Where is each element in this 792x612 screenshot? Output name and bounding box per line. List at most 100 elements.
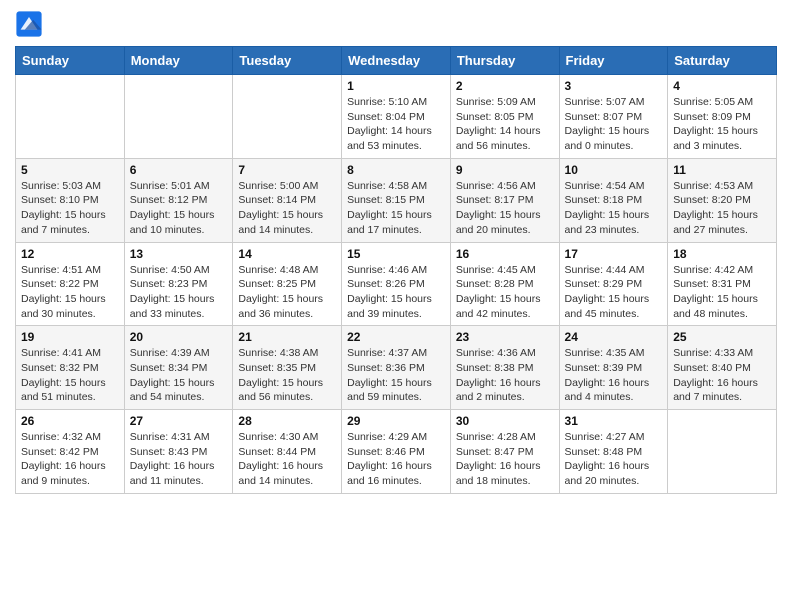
calendar-cell: 12 Sunrise: 4:51 AM Sunset: 8:22 PM Dayli…	[16, 242, 125, 326]
day-number: 10	[565, 163, 663, 177]
day-info: Sunrise: 4:44 AM Sunset: 8:29 PM Dayligh…	[565, 263, 663, 322]
day-info: Sunrise: 4:29 AM Sunset: 8:46 PM Dayligh…	[347, 430, 445, 489]
calendar-cell: 8 Sunrise: 4:58 AM Sunset: 8:15 PM Daylig…	[342, 158, 451, 242]
day-number: 13	[130, 247, 228, 261]
day-number: 23	[456, 330, 554, 344]
day-number: 27	[130, 414, 228, 428]
day-info: Sunrise: 4:45 AM Sunset: 8:28 PM Dayligh…	[456, 263, 554, 322]
calendar-cell: 17 Sunrise: 4:44 AM Sunset: 8:29 PM Dayli…	[559, 242, 668, 326]
calendar-cell	[16, 75, 125, 159]
day-info: Sunrise: 5:03 AM Sunset: 8:10 PM Dayligh…	[21, 179, 119, 238]
day-number: 5	[21, 163, 119, 177]
day-info: Sunrise: 4:48 AM Sunset: 8:25 PM Dayligh…	[238, 263, 336, 322]
day-number: 1	[347, 79, 445, 93]
calendar-cell: 6 Sunrise: 5:01 AM Sunset: 8:12 PM Daylig…	[124, 158, 233, 242]
day-info: Sunrise: 4:27 AM Sunset: 8:48 PM Dayligh…	[565, 430, 663, 489]
calendar-cell: 14 Sunrise: 4:48 AM Sunset: 8:25 PM Dayli…	[233, 242, 342, 326]
day-number: 30	[456, 414, 554, 428]
calendar-cell	[233, 75, 342, 159]
day-info: Sunrise: 4:41 AM Sunset: 8:32 PM Dayligh…	[21, 346, 119, 405]
calendar-cell: 11 Sunrise: 4:53 AM Sunset: 8:20 PM Dayli…	[668, 158, 777, 242]
calendar-cell	[668, 410, 777, 494]
calendar-cell	[124, 75, 233, 159]
day-info: Sunrise: 4:56 AM Sunset: 8:17 PM Dayligh…	[456, 179, 554, 238]
calendar-cell: 20 Sunrise: 4:39 AM Sunset: 8:34 PM Dayli…	[124, 326, 233, 410]
weekday-header-monday: Monday	[124, 47, 233, 75]
logo	[15, 10, 47, 38]
day-number: 3	[565, 79, 663, 93]
day-number: 24	[565, 330, 663, 344]
day-info: Sunrise: 4:50 AM Sunset: 8:23 PM Dayligh…	[130, 263, 228, 322]
calendar-cell: 22 Sunrise: 4:37 AM Sunset: 8:36 PM Dayli…	[342, 326, 451, 410]
day-number: 14	[238, 247, 336, 261]
calendar-cell: 19 Sunrise: 4:41 AM Sunset: 8:32 PM Dayli…	[16, 326, 125, 410]
weekday-header-sunday: Sunday	[16, 47, 125, 75]
day-info: Sunrise: 4:51 AM Sunset: 8:22 PM Dayligh…	[21, 263, 119, 322]
calendar-cell: 13 Sunrise: 4:50 AM Sunset: 8:23 PM Dayli…	[124, 242, 233, 326]
day-info: Sunrise: 5:01 AM Sunset: 8:12 PM Dayligh…	[130, 179, 228, 238]
day-info: Sunrise: 4:36 AM Sunset: 8:38 PM Dayligh…	[456, 346, 554, 405]
day-number: 7	[238, 163, 336, 177]
day-info: Sunrise: 4:39 AM Sunset: 8:34 PM Dayligh…	[130, 346, 228, 405]
day-info: Sunrise: 5:07 AM Sunset: 8:07 PM Dayligh…	[565, 95, 663, 154]
calendar-cell: 26 Sunrise: 4:32 AM Sunset: 8:42 PM Dayli…	[16, 410, 125, 494]
day-info: Sunrise: 5:00 AM Sunset: 8:14 PM Dayligh…	[238, 179, 336, 238]
day-number: 26	[21, 414, 119, 428]
day-info: Sunrise: 4:28 AM Sunset: 8:47 PM Dayligh…	[456, 430, 554, 489]
calendar-cell: 28 Sunrise: 4:30 AM Sunset: 8:44 PM Dayli…	[233, 410, 342, 494]
weekday-header-thursday: Thursday	[450, 47, 559, 75]
calendar-cell: 18Sunrise: 4:42 AM Sunset: 8:31 PM Dayli…	[668, 242, 777, 326]
day-info: Sunrise: 4:32 AM Sunset: 8:42 PM Dayligh…	[21, 430, 119, 489]
day-info: Sunrise: 4:53 AM Sunset: 8:20 PM Dayligh…	[673, 179, 771, 238]
day-info: Sunrise: 4:35 AM Sunset: 8:39 PM Dayligh…	[565, 346, 663, 405]
day-number: 20	[130, 330, 228, 344]
calendar-cell: 30 Sunrise: 4:28 AM Sunset: 8:47 PM Dayli…	[450, 410, 559, 494]
day-number: 6	[130, 163, 228, 177]
day-number: 28	[238, 414, 336, 428]
day-number: 18	[673, 247, 771, 261]
calendar-cell: 23 Sunrise: 4:36 AM Sunset: 8:38 PM Dayli…	[450, 326, 559, 410]
day-info: Sunrise: 5:09 AM Sunset: 8:05 PM Dayligh…	[456, 95, 554, 154]
weekday-header-saturday: Saturday	[668, 47, 777, 75]
day-number: 29	[347, 414, 445, 428]
day-number: 15	[347, 247, 445, 261]
day-info: Sunrise: 4:54 AM Sunset: 8:18 PM Dayligh…	[565, 179, 663, 238]
calendar-table: SundayMondayTuesdayWednesdayThursdayFrid…	[15, 46, 777, 494]
calendar-cell: 4 Sunrise: 5:05 AM Sunset: 8:09 PM Daylig…	[668, 75, 777, 159]
page-header	[15, 10, 777, 38]
day-number: 19	[21, 330, 119, 344]
day-info: Sunrise: 4:31 AM Sunset: 8:43 PM Dayligh…	[130, 430, 228, 489]
day-info: Sunrise: 5:05 AM Sunset: 8:09 PM Dayligh…	[673, 95, 771, 154]
day-info: Sunrise: 4:37 AM Sunset: 8:36 PM Dayligh…	[347, 346, 445, 405]
calendar-week-row: 1 Sunrise: 5:10 AM Sunset: 8:04 PM Daylig…	[16, 75, 777, 159]
calendar-cell: 9 Sunrise: 4:56 AM Sunset: 8:17 PM Daylig…	[450, 158, 559, 242]
day-info: Sunrise: 4:46 AM Sunset: 8:26 PM Dayligh…	[347, 263, 445, 322]
day-info: Sunrise: 4:33 AM Sunset: 8:40 PM Dayligh…	[673, 346, 771, 405]
day-info: Sunrise: 4:30 AM Sunset: 8:44 PM Dayligh…	[238, 430, 336, 489]
calendar-cell: 1 Sunrise: 5:10 AM Sunset: 8:04 PM Daylig…	[342, 75, 451, 159]
calendar-cell: 31Sunrise: 4:27 AM Sunset: 8:48 PM Dayli…	[559, 410, 668, 494]
day-info: Sunrise: 4:58 AM Sunset: 8:15 PM Dayligh…	[347, 179, 445, 238]
day-number: 17	[565, 247, 663, 261]
day-number: 21	[238, 330, 336, 344]
calendar-cell: 7 Sunrise: 5:00 AM Sunset: 8:14 PM Daylig…	[233, 158, 342, 242]
day-number: 4	[673, 79, 771, 93]
day-number: 9	[456, 163, 554, 177]
calendar-cell: 24 Sunrise: 4:35 AM Sunset: 8:39 PM Dayli…	[559, 326, 668, 410]
logo-icon	[15, 10, 43, 38]
day-number: 11	[673, 163, 771, 177]
day-info: Sunrise: 4:38 AM Sunset: 8:35 PM Dayligh…	[238, 346, 336, 405]
weekday-header-tuesday: Tuesday	[233, 47, 342, 75]
weekday-header-wednesday: Wednesday	[342, 47, 451, 75]
calendar-cell: 21 Sunrise: 4:38 AM Sunset: 8:35 PM Dayli…	[233, 326, 342, 410]
day-info: Sunrise: 5:10 AM Sunset: 8:04 PM Dayligh…	[347, 95, 445, 154]
calendar-week-row: 19 Sunrise: 4:41 AM Sunset: 8:32 PM Dayli…	[16, 326, 777, 410]
day-number: 22	[347, 330, 445, 344]
day-number: 2	[456, 79, 554, 93]
calendar-cell: 15 Sunrise: 4:46 AM Sunset: 8:26 PM Dayli…	[342, 242, 451, 326]
day-number: 12	[21, 247, 119, 261]
calendar-cell: 5 Sunrise: 5:03 AM Sunset: 8:10 PM Daylig…	[16, 158, 125, 242]
calendar-cell: 3 Sunrise: 5:07 AM Sunset: 8:07 PM Daylig…	[559, 75, 668, 159]
day-number: 8	[347, 163, 445, 177]
calendar-cell: 27 Sunrise: 4:31 AM Sunset: 8:43 PM Dayli…	[124, 410, 233, 494]
